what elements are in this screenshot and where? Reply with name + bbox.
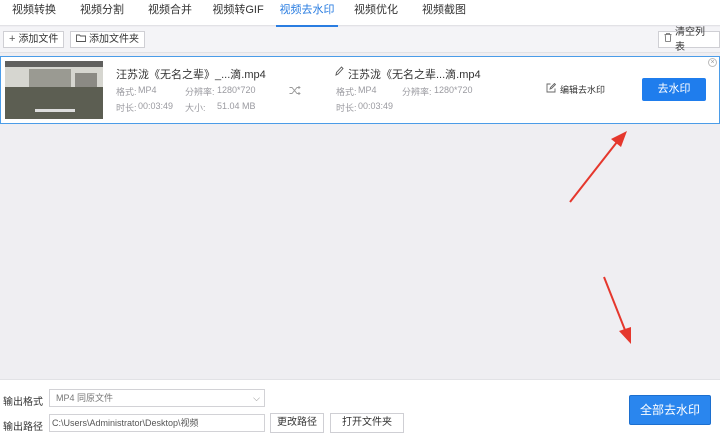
output-format-select[interactable]: MP4 同原文件 ⌵ xyxy=(49,389,265,407)
output-format: MP4 xyxy=(358,85,377,95)
add-folder-button[interactable]: 添加文件夹 xyxy=(70,31,145,48)
source-size: 51.04 MB xyxy=(217,101,256,111)
output-settings-panel: 输出格式 MP4 同原文件 ⌵ 输出路径 C:\Users\Administra… xyxy=(0,379,720,435)
tab-video-screenshot[interactable]: 视频截图 xyxy=(410,0,478,26)
source-size-label: 大小: xyxy=(185,103,206,113)
output-path-label: 输出路径 xyxy=(3,422,43,433)
add-folder-label: 添加文件夹 xyxy=(89,34,139,45)
edit-icon xyxy=(546,82,557,96)
close-icon[interactable]: × xyxy=(708,58,717,67)
source-format-label: 格式: xyxy=(116,87,137,97)
arrow-head-upper xyxy=(611,131,627,147)
folder-icon xyxy=(76,32,86,47)
output-duration-label: 时长: xyxy=(336,103,357,113)
trash-icon xyxy=(664,32,672,47)
output-resolution-label: 分辨率: xyxy=(402,87,432,97)
clear-list-label: 清空列表 xyxy=(675,26,705,53)
source-resolution-label: 分辨率: xyxy=(185,87,215,97)
source-duration-label: 时长: xyxy=(116,103,137,113)
source-resolution: 1280*720 xyxy=(217,85,256,95)
toolbar: + 添加文件 添加文件夹 清空列表 xyxy=(0,27,720,53)
open-folder-button[interactable]: 打开文件夹 xyxy=(330,413,404,433)
tab-video-remove-watermark[interactable]: 视频去水印 xyxy=(272,0,342,27)
tab-video-convert[interactable]: 视频转换 xyxy=(0,0,68,26)
tab-video-merge[interactable]: 视频合并 xyxy=(136,0,204,26)
output-path-field[interactable]: C:\Users\Administrator\Desktop\视频 xyxy=(49,414,265,432)
output-duration: 00:03:49 xyxy=(358,101,394,111)
source-file-name: 汪苏泷《无名之辈》_...滴.mp4 xyxy=(116,69,266,81)
chevron-down-icon: ⌵ xyxy=(253,393,260,403)
shuffle-icon xyxy=(289,84,301,98)
edit-watermark-label: 编辑去水印 xyxy=(560,85,606,95)
output-resolution: 1280*720 xyxy=(434,85,473,95)
clear-list-button[interactable]: 清空列表 xyxy=(658,27,720,53)
change-path-button[interactable]: 更改路径 xyxy=(270,413,324,433)
tab-video-optimize[interactable]: 视频优化 xyxy=(342,0,410,26)
tab-video-split[interactable]: 视频分割 xyxy=(68,0,136,26)
output-format-label: 格式: xyxy=(336,87,357,97)
arrow-head-lower xyxy=(619,327,631,344)
add-file-label: 添加文件 xyxy=(18,34,59,45)
source-format: MP4 xyxy=(138,85,157,95)
add-file-button[interactable]: + 添加文件 xyxy=(3,31,65,48)
tab-video-to-gif[interactable]: 视频转GIF xyxy=(204,0,272,26)
remove-watermark-button[interactable]: 去水印 xyxy=(642,78,706,101)
source-duration: 00:03:49 xyxy=(138,101,174,111)
output-file-name: 汪苏泷《无名之辈...滴.mp4 xyxy=(348,69,481,81)
video-thumbnail xyxy=(5,61,103,119)
pencil-icon[interactable] xyxy=(335,66,344,79)
tab-bar: 视频转换 视频分割 视频合并 视频转GIF 视频去水印 视频优化 视频截图 xyxy=(0,0,720,27)
edit-watermark-button[interactable]: 编辑去水印 xyxy=(546,82,606,96)
output-format-value: MP4 同原文件 xyxy=(56,393,114,403)
plus-icon: + xyxy=(9,33,16,45)
remove-all-watermarks-button[interactable]: 全部去水印 xyxy=(629,395,711,425)
output-format-label: 输出格式 xyxy=(3,397,43,408)
